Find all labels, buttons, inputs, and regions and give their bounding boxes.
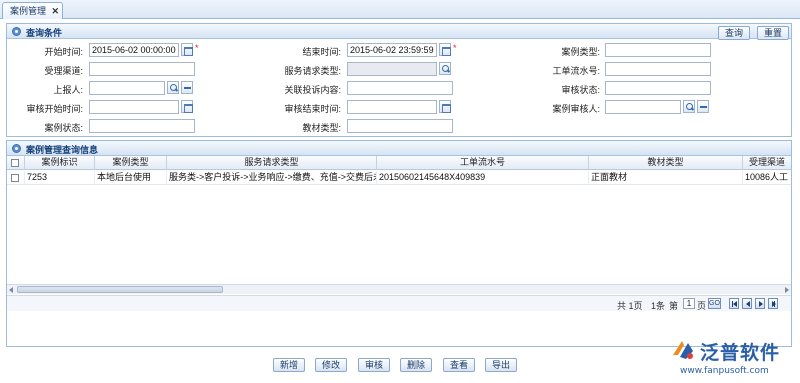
results-panel-title: 案例管理查询信息 — [26, 145, 99, 155]
column-header[interactable]: 案例标识 — [25, 156, 95, 170]
prev-page-icon[interactable] — [742, 298, 752, 309]
scroll-right-icon[interactable] — [785, 287, 789, 293]
clear-icon[interactable] — [697, 100, 709, 113]
export-button[interactable]: 导出 — [485, 358, 518, 372]
service-type-label: 服务请求类型: — [284, 66, 341, 76]
complaint-label: 关联投诉内容: — [284, 85, 341, 95]
table-row[interactable]: 7253 本地后台使用 服务类->客户投诉->业务响应->缴费、充值->交费后未… — [7, 171, 791, 185]
reporter-input[interactable] — [89, 81, 165, 95]
logo-text: 泛普软件 — [700, 342, 781, 364]
search-button[interactable]: 查询 — [718, 26, 751, 40]
total-records: 1条 — [651, 301, 666, 311]
scrollbar-thumb[interactable] — [17, 286, 223, 293]
row-select-cell — [7, 171, 25, 185]
calendar-icon[interactable] — [181, 100, 193, 113]
collapse-icon[interactable] — [12, 27, 21, 36]
case-type-label: 案例类型: — [561, 47, 600, 57]
start-time-label: 开始时间: — [44, 47, 83, 57]
calendar-icon[interactable] — [439, 43, 451, 56]
column-header[interactable]: 服务请求类型 — [167, 156, 377, 170]
tab-label: 案例管理 — [10, 6, 47, 16]
brand-logo: 泛普软件 www.fanpusoft.com — [668, 337, 798, 381]
grid-header: 案例标识 案例类型 服务请求类型 工单流水号 教材类型 受理渠道 — [7, 156, 791, 170]
required-mark: * — [195, 43, 199, 53]
search-icon[interactable] — [439, 62, 451, 75]
next-page-icon[interactable] — [755, 298, 765, 309]
delete-button[interactable]: 删除 — [400, 358, 433, 372]
channel-label: 受理渠道: — [44, 66, 83, 76]
review-end-input[interactable] — [347, 100, 437, 114]
case-type-cell: 本地后台使用 — [95, 171, 167, 185]
column-header[interactable]: 教材类型 — [589, 156, 743, 170]
end-time-input[interactable]: 2015-06-02 23:59:59 — [347, 43, 437, 57]
review-end-label: 审核结束时间: — [284, 104, 341, 114]
case-status-select[interactable] — [89, 119, 195, 133]
review-status-label: 审核状态: — [561, 85, 600, 95]
view-button[interactable]: 查看 — [443, 358, 476, 372]
query-panel-header: 查询条件 — [7, 24, 791, 39]
column-header[interactable]: 受理渠道 — [743, 156, 791, 170]
column-header[interactable]: 案例类型 — [95, 156, 167, 170]
reviewer-input[interactable] — [605, 100, 681, 114]
first-page-icon[interactable] — [729, 298, 739, 309]
select-all-checkbox[interactable] — [11, 159, 19, 167]
review-start-input[interactable] — [89, 100, 179, 114]
calendar-icon[interactable] — [439, 100, 451, 113]
material-type-select[interactable] — [347, 119, 453, 133]
results-grid: 案例标识 案例类型 服务请求类型 工单流水号 教材类型 受理渠道 7253 本地… — [7, 156, 791, 185]
last-page-icon[interactable] — [768, 298, 778, 309]
page-number-input[interactable]: 1 — [683, 298, 695, 309]
search-icon[interactable] — [167, 81, 179, 94]
material-type-label: 教材类型: — [302, 123, 341, 133]
review-start-label: 审核开始时间: — [26, 104, 83, 114]
calendar-icon[interactable] — [181, 43, 193, 56]
tab-bar: 案例管理 ✕ — [0, 0, 800, 19]
query-panel-title: 查询条件 — [26, 28, 63, 38]
review-status-select[interactable] — [605, 81, 711, 95]
case-status-label: 案例状态: — [44, 123, 83, 133]
pagination-bar: 共 1页 1条 第 1 页 GO — [7, 295, 791, 311]
channel-select[interactable] — [89, 62, 195, 76]
row-checkbox[interactable] — [11, 174, 19, 182]
case-type-select[interactable] — [605, 43, 711, 57]
material-type-cell: 正面教材 — [589, 171, 743, 185]
close-icon[interactable]: ✕ — [51, 3, 59, 19]
end-time-label: 结束时间: — [302, 47, 341, 57]
channel-cell: 10086人工 — [745, 172, 789, 182]
search-icon[interactable] — [683, 100, 695, 113]
reset-button[interactable]: 重置 — [757, 26, 790, 40]
results-panel: 案例管理查询信息 案例标识 案例类型 服务请求类型 工单流水号 教材类型 受理渠… — [6, 140, 792, 347]
ticket-no-cell: 20150602145648X409839 — [377, 171, 589, 185]
page-suffix: 页 — [697, 301, 707, 311]
complaint-input[interactable] — [347, 81, 453, 95]
edit-button[interactable]: 修改 — [315, 358, 348, 372]
total-pages: 共 1页 — [617, 301, 643, 311]
logo-url: www.fanpusoft.com — [680, 366, 769, 376]
service-type-cell: 服务类->客户投诉->业务响应->缴费、充值->交费后未及 — [167, 171, 377, 185]
review-button[interactable]: 审核 — [358, 358, 391, 372]
start-time-input[interactable]: 2015-06-02 00:00:00 — [89, 43, 179, 57]
column-header[interactable]: 工单流水号 — [377, 156, 589, 170]
required-mark: * — [453, 43, 457, 53]
reporter-label: 上报人: — [53, 85, 83, 95]
page-prefix: 第 — [669, 301, 679, 311]
results-panel-header: 案例管理查询信息 — [7, 141, 791, 156]
service-type-input[interactable] — [347, 62, 437, 76]
collapse-icon[interactable] — [12, 144, 21, 153]
reviewer-label: 案例审核人: — [552, 104, 600, 114]
go-button[interactable]: GO — [708, 298, 721, 309]
select-all-cell — [7, 156, 25, 170]
tab-case-management[interactable]: 案例管理 ✕ — [2, 2, 64, 19]
horizontal-scrollbar[interactable] — [7, 284, 791, 294]
ticket-no-input[interactable] — [605, 62, 711, 76]
logo-icon — [673, 341, 693, 359]
add-button[interactable]: 新增 — [273, 358, 306, 372]
ticket-no-label: 工单流水号: — [552, 66, 600, 76]
scroll-left-icon[interactable] — [9, 287, 13, 293]
clear-icon[interactable] — [181, 81, 193, 94]
case-id-cell: 7253 — [25, 171, 95, 185]
